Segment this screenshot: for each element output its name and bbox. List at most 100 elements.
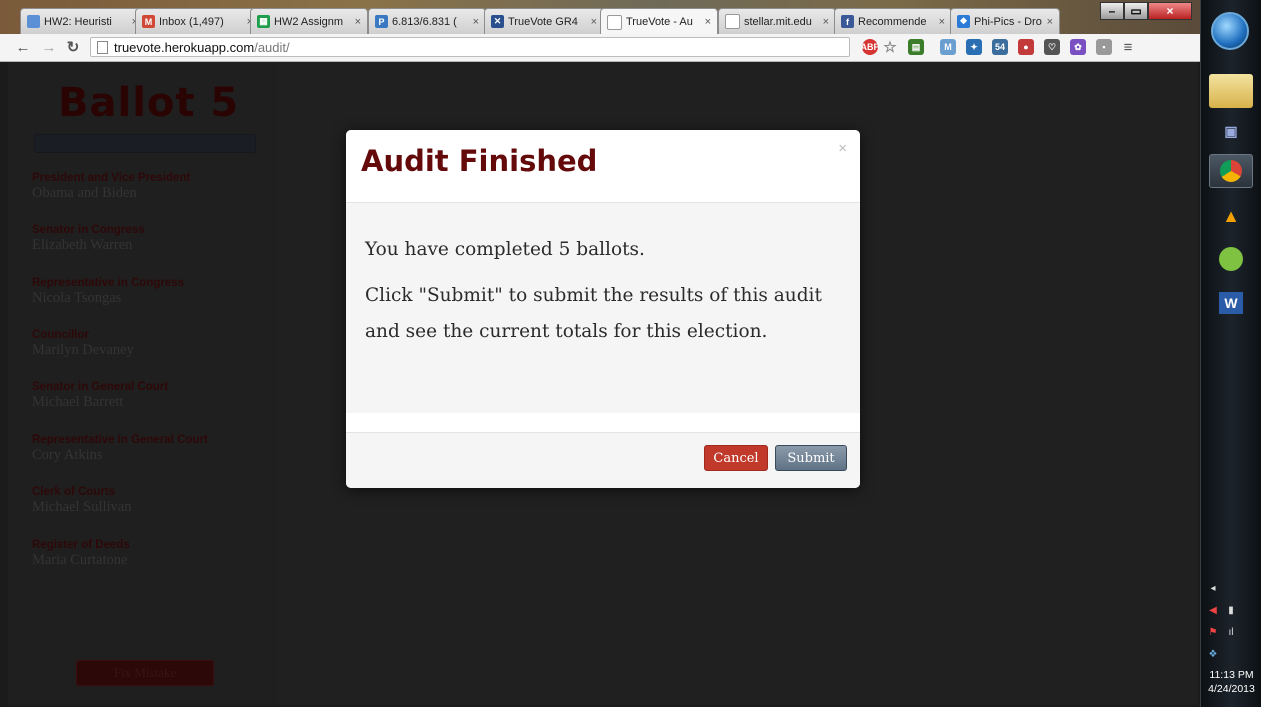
close-window-button[interactable]: × [1148, 2, 1192, 20]
sheets-icon: ▦ [257, 15, 270, 28]
race-office: Clerk of Courts [32, 486, 116, 498]
tab-recommended[interactable]: f Recommende × [834, 8, 952, 34]
close-tab-icon[interactable]: × [355, 16, 361, 28]
clock-time: 11:13 PM [1209, 669, 1254, 681]
tab-label: TrueVote - Au [626, 16, 693, 28]
submit-button[interactable]: Submit [775, 445, 847, 471]
show-hidden-icons[interactable]: ◂ [1207, 582, 1219, 594]
facebook-icon: f [841, 15, 854, 28]
close-tab-icon[interactable]: × [823, 16, 829, 28]
close-tab-icon[interactable]: × [473, 16, 479, 28]
volume-icon[interactable]: ◀ [1207, 604, 1219, 616]
extension-icon[interactable]: ✿ [1070, 39, 1086, 55]
forward-button[interactable]: → [40, 38, 58, 56]
start-button[interactable] [1211, 12, 1249, 50]
gmail-icon: M [142, 15, 155, 28]
race-office: President and Vice President [32, 172, 191, 184]
spotify-icon[interactable] [1209, 242, 1253, 276]
tab-phi-pics[interactable]: ❖ Phi-Pics - Dro × [950, 8, 1060, 34]
reload-button[interactable]: ↻ [64, 38, 82, 56]
pocket-icon[interactable]: ♡ [1044, 39, 1060, 55]
tab-label: Inbox (1,497) [159, 15, 224, 28]
tab-truevote-gr4[interactable]: ✕ TrueVote GR4 × [484, 8, 604, 34]
network-icon[interactable]: ıl [1225, 626, 1237, 638]
tab-label: HW2 Assignm [274, 15, 344, 28]
race-item: Clerk of Courts Michael Sullivan [32, 486, 131, 516]
system-clock[interactable]: 11:13 PM 4/24/2013 [1201, 668, 1261, 696]
race-item: President and Vice President Obama and B… [32, 172, 190, 202]
race-item: Representative in Congress Nicola Tsonga… [32, 277, 184, 307]
tab-truevote-audit[interactable]: TrueVote - Au × [600, 8, 718, 35]
ballot-summary-panel: Ballot 5 President and Vice President Ob… [8, 62, 278, 705]
bookmark-star-icon[interactable]: ☆ [882, 39, 898, 56]
race-office: Senator in Congress [32, 224, 145, 236]
race-office: Councillor [32, 329, 89, 341]
word-icon[interactable]: W [1209, 286, 1253, 320]
dropbox-tray-icon[interactable]: ❖ [1207, 648, 1219, 660]
page-icon [725, 14, 740, 29]
computer-icon[interactable]: ▣ [1209, 114, 1253, 148]
url-host: truevote.herokuapp.com [114, 39, 255, 55]
dialog-divider [346, 413, 860, 433]
close-icon[interactable]: × [838, 140, 847, 157]
tab-stellar[interactable]: stellar.mit.edu × [718, 8, 836, 34]
piazza-icon: P [375, 15, 388, 28]
race-candidate: Obama and Biden [32, 185, 137, 201]
truevote-icon: ✕ [491, 15, 504, 28]
race-candidate: Michael Sullivan [32, 499, 132, 515]
extension-icon[interactable]: ▪ [1096, 39, 1112, 55]
tab-inbox[interactable]: M Inbox (1,497) × [135, 8, 260, 34]
browser-toolbar: ← → ↻ truevote.herokuapp.com/audit/ ABP … [0, 34, 1200, 62]
close-tab-icon[interactable]: × [1047, 16, 1053, 28]
close-tab-icon[interactable]: × [705, 16, 711, 28]
vlc-icon[interactable]: ▲ [1209, 199, 1253, 233]
cancel-button[interactable]: Cancel [704, 445, 768, 471]
file-explorer-icon[interactable] [1209, 74, 1253, 108]
extension-icon[interactable]: ● [1018, 39, 1034, 55]
power-icon[interactable]: ▮ [1225, 604, 1237, 616]
page-icon [607, 14, 622, 30]
race-office: Register of Deeds [32, 539, 130, 551]
tab-label: Phi-Pics - Dro [974, 15, 1042, 28]
race-candidate: Nicola Tsongas [32, 290, 122, 306]
address-bar[interactable]: truevote.herokuapp.com/audit/ [90, 37, 850, 57]
dialog-body: You have completed 5 ballots. Click "Sub… [346, 203, 860, 413]
extension-icon[interactable]: ✦ [966, 39, 982, 55]
race-candidate: Elizabeth Warren [32, 237, 133, 253]
page-icon [97, 40, 108, 54]
chrome-icon[interactable] [1209, 154, 1253, 188]
tab-label: Recommende [858, 15, 927, 28]
adblock-icon[interactable]: ABP [861, 39, 880, 55]
race-item: Register of Deeds Maria Curtatone [32, 539, 130, 569]
submit-instructions: Click "Submit" to submit the results of … [365, 285, 822, 342]
tab-piazza[interactable]: P 6.813/6.831 ( × [368, 8, 486, 34]
minimize-button[interactable]: – [1100, 2, 1124, 20]
maximize-button[interactable]: ▭ [1124, 2, 1148, 20]
race-candidate: Michael Barrett [32, 394, 124, 410]
race-item: Councillor Marilyn Devaney [32, 329, 134, 359]
back-button[interactable]: ← [14, 38, 32, 56]
clock-date: 4/24/2013 [1208, 683, 1255, 695]
tab-hw2-assignment[interactable]: ▦ HW2 Assignm × [250, 8, 368, 34]
document-icon [27, 15, 40, 28]
action-center-icon[interactable]: ⚑ [1207, 626, 1219, 638]
browser-tab-strip: HW2: Heuristi × M Inbox (1,497) × ▦ HW2 … [0, 0, 1200, 35]
extension-icon[interactable]: M [940, 39, 956, 55]
ballot-title: Ballot 5 [58, 80, 240, 126]
fix-mistake-button[interactable]: Fix Mistake [76, 660, 214, 686]
tab-label: TrueVote GR4 [508, 15, 578, 28]
close-tab-icon[interactable]: × [591, 16, 597, 28]
menu-icon[interactable]: ≡ [1120, 39, 1136, 56]
extension-icon[interactable]: ▤ [908, 39, 924, 55]
race-office: Senator in General Court [32, 381, 169, 393]
close-tab-icon[interactable]: × [939, 16, 945, 28]
race-item: Representative in General Court Cory Atk… [32, 434, 208, 464]
tab-label: 6.813/6.831 ( [392, 15, 457, 28]
race-office: Representative in Congress [32, 277, 185, 289]
dropbox-icon: ❖ [957, 15, 970, 28]
tab-hw2-heuristic[interactable]: HW2: Heuristi × [20, 8, 145, 34]
race-candidate: Marilyn Devaney [32, 342, 134, 358]
race-item: Senator in General Court Michael Barrett [32, 381, 168, 411]
weather-icon[interactable]: 54 [992, 39, 1008, 55]
url-path: /audit/ [254, 39, 290, 55]
